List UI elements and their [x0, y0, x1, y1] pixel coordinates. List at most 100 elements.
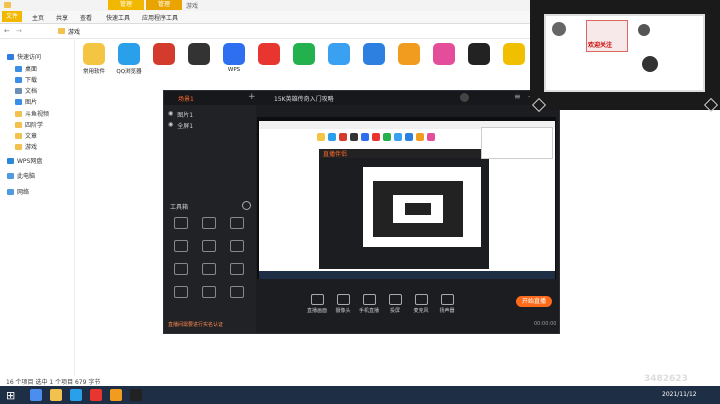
avatar[interactable]	[460, 93, 469, 102]
sidebar-item-label: 快速访问	[17, 54, 42, 61]
sidebar-item-8[interactable]: 游戏	[15, 142, 37, 151]
taskbar-app-icon[interactable]	[110, 389, 122, 401]
file-item[interactable]: WPS	[219, 43, 249, 73]
tool-button[interactable]	[196, 217, 222, 231]
file-item[interactable]	[254, 43, 284, 67]
tool-button[interactable]	[168, 286, 194, 300]
sidebar-item-1[interactable]: 桌面	[15, 64, 37, 73]
start-live-button[interactable]: 开始直播	[516, 296, 552, 307]
sidebar-item-11[interactable]: 网络	[7, 187, 29, 196]
app-icon	[293, 43, 315, 65]
start-icon[interactable]: ⊞	[6, 389, 15, 402]
tool-button[interactable]	[224, 263, 250, 277]
tool-icon	[174, 263, 188, 275]
tool-button[interactable]	[168, 217, 194, 231]
tool-button[interactable]	[168, 263, 194, 277]
file-item[interactable]	[429, 43, 459, 67]
ribbon-tab-quick-tools[interactable]: 快速工具	[106, 13, 130, 22]
file-item[interactable]	[499, 43, 529, 67]
bottom-tool-button[interactable]: 麦克风	[408, 294, 434, 314]
address-path: 游戏	[68, 29, 81, 36]
eye-icon[interactable]: ◉	[168, 110, 173, 119]
sidebar-item-7[interactable]: 文章	[15, 131, 37, 140]
sidebar-item-10[interactable]: 此电脑	[7, 171, 35, 180]
file-item[interactable]	[464, 43, 494, 67]
app-icon	[363, 43, 385, 65]
live-streaming-app: 场景1 + 15K英雄传奇入门攻略 ≡ – × ◉图片1 ◉全屏1 工具箱 直播…	[163, 90, 560, 334]
context-tab-manage-2[interactable]: 管理	[146, 0, 182, 10]
app-icon	[468, 43, 490, 65]
file-item[interactable]	[324, 43, 354, 67]
file-item[interactable]	[394, 43, 424, 67]
bottom-tool-label: 投屏	[389, 308, 400, 314]
file-item[interactable]: 常用软件	[79, 43, 109, 75]
source-item[interactable]: ◉ 图片1	[168, 110, 193, 119]
sidebar-item-0[interactable]: 快速访问	[7, 52, 41, 61]
bottom-tool-button[interactable]: 摄像头	[330, 294, 356, 314]
bottom-tool-button[interactable]: 直播画面	[304, 294, 330, 314]
folder-icon	[58, 28, 65, 34]
file-item[interactable]	[289, 43, 319, 67]
context-tab-manage-1[interactable]: 管理	[108, 0, 144, 10]
settings-icon[interactable]	[242, 201, 251, 210]
file-item[interactable]	[149, 43, 179, 67]
ribbon-tab-share[interactable]: 共享	[56, 13, 68, 22]
resize-handle-icon[interactable]	[703, 97, 719, 113]
tool-button[interactable]	[168, 240, 194, 254]
sidebar-item-label: 四阶学	[25, 122, 44, 129]
desktop-icon	[15, 65, 22, 72]
file-item[interactable]	[359, 43, 389, 67]
file-grid: 常用软件 QQ浏览器 WPS	[75, 39, 535, 79]
tool-button[interactable]	[224, 286, 250, 300]
window-title: 游戏	[186, 3, 199, 10]
tool-icon	[230, 240, 244, 252]
sidebar-item-6[interactable]: 四阶学	[15, 120, 43, 129]
bottom-tool-button[interactable]: 扬声器	[434, 294, 460, 314]
add-scene-icon[interactable]: +	[248, 92, 256, 102]
forward-arrow-icon[interactable]: →	[16, 27, 22, 35]
app-icon	[223, 43, 245, 65]
back-arrow-icon[interactable]: ←	[4, 27, 10, 35]
tab-scene-1[interactable]: 场景1	[178, 94, 194, 103]
sidebar-item-3[interactable]: 文档	[15, 86, 37, 95]
tool-button[interactable]	[224, 217, 250, 231]
ribbon-tab-home[interactable]: 主页	[32, 13, 44, 22]
sidebar-item-label: 下载	[25, 77, 38, 84]
resize-handle-icon[interactable]	[531, 97, 547, 113]
taskbar-app-icon[interactable]	[50, 389, 62, 401]
eye-icon[interactable]: ◉	[168, 121, 173, 130]
source-item[interactable]: ◉ 全屏1	[168, 121, 193, 130]
bottom-tool-button[interactable]: 投屏	[382, 294, 408, 314]
captured-app: 直播伴侣	[319, 149, 493, 269]
file-item[interactable]: QQ浏览器	[114, 43, 144, 75]
taskbar-app-icon[interactable]	[30, 389, 42, 401]
tool-icon	[174, 217, 188, 229]
sidebar-item-2[interactable]: 下载	[15, 75, 37, 84]
tool-icon	[202, 286, 216, 298]
app-icon	[118, 43, 140, 65]
menu-icon[interactable]: ≡	[514, 92, 521, 101]
sidebar-item-5[interactable]: 斗鱼视频	[15, 109, 49, 118]
ribbon-tab-app-tools[interactable]: 应用程序工具	[142, 13, 178, 22]
taskbar-app-icon[interactable]	[70, 389, 82, 401]
sidebar-item-9[interactable]: WPS网盘	[7, 156, 42, 165]
sidebar-item-4[interactable]: 图片	[15, 97, 37, 106]
ribbon-tab-file[interactable]: 文件	[2, 11, 23, 22]
download-icon	[15, 76, 22, 83]
bottom-tool-label: 摄像头	[335, 308, 351, 314]
tool-icon	[230, 217, 244, 229]
footer-hint[interactable]: 直播间需要进行实名认证	[168, 321, 223, 328]
taskbar-app-icon[interactable]	[130, 389, 142, 401]
cloud-icon	[7, 157, 14, 164]
taskbar-app-icon[interactable]	[90, 389, 102, 401]
file-item[interactable]	[184, 43, 214, 67]
tool-button[interactable]	[196, 263, 222, 277]
taskbar: ⊞ 2021/11/12	[0, 386, 720, 404]
tool-icon	[230, 286, 244, 298]
tool-button[interactable]	[196, 240, 222, 254]
ribbon-tab-view[interactable]: 查看	[80, 13, 92, 22]
bottom-tool-button[interactable]: 手机直播	[356, 294, 382, 314]
avatar	[642, 56, 658, 72]
tool-button[interactable]	[196, 286, 222, 300]
tool-button[interactable]	[224, 240, 250, 254]
